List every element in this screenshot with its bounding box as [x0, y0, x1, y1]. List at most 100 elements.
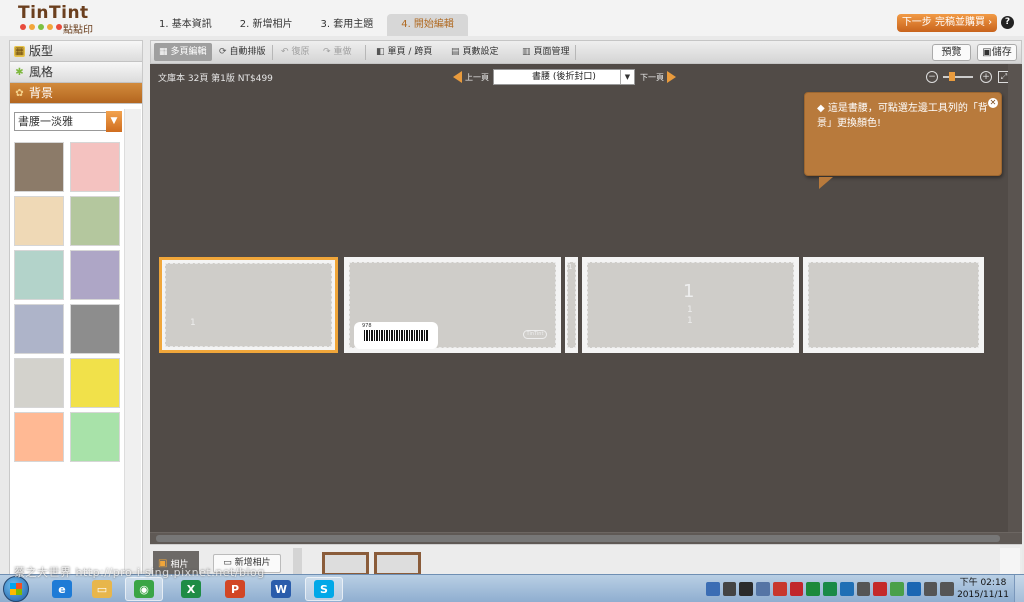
spread-icon: ◧ — [376, 47, 385, 57]
next-page-label: 下一頁 — [640, 72, 664, 82]
filmstrip-scroll-left[interactable] — [293, 548, 302, 575]
cover-spine[interactable]: 1 — [565, 257, 578, 353]
tray-icon[interactable] — [706, 582, 720, 596]
step-add-photos[interactable]: 2. 新增相片 — [226, 14, 307, 36]
help-icon[interactable]: ? — [1001, 16, 1014, 29]
step-start-editing[interactable]: 4. 開始編輯 — [387, 14, 468, 36]
cover-left-flap[interactable]: 1 — [159, 257, 338, 353]
tintint-logo[interactable]: TinTint 點點印 — [18, 3, 128, 36]
photo-filmstrip: ▣ 相片 ▭ 新增相片 — [150, 544, 1022, 576]
tray-icon[interactable] — [722, 582, 737, 596]
tray-icon[interactable] — [823, 582, 837, 596]
background-swatch[interactable] — [14, 358, 64, 408]
tray-icon[interactable] — [789, 582, 804, 596]
barcode: 978 — [354, 322, 438, 349]
close-icon[interactable]: ✕ — [988, 98, 998, 108]
ie-taskbar-button[interactable]: e — [43, 577, 81, 601]
multipage-label: 多頁編輯 — [170, 47, 207, 57]
explorer-icon: ▭ — [92, 580, 112, 598]
zoom-slider-knob[interactable] — [949, 72, 955, 81]
explorer-taskbar-button[interactable]: ▭ — [83, 577, 121, 601]
powerpoint-icon: P — [225, 580, 245, 598]
skype-taskbar-button[interactable]: S — [305, 577, 343, 601]
tab-background[interactable]: ✿ 背景 — [10, 83, 142, 104]
background-swatch[interactable] — [70, 196, 120, 246]
page-manage-button[interactable]: ▥ 頁面管理 — [518, 43, 574, 61]
background-swatch[interactable] — [70, 250, 120, 300]
filmstrip-scroll-right[interactable] — [1000, 548, 1020, 575]
tray-icon[interactable] — [890, 582, 904, 596]
page-select[interactable]: 書腰 (後折封口) ▼ — [493, 69, 635, 85]
canvas-vertical-scrollbar[interactable] — [1008, 64, 1022, 532]
page-number: 1 — [190, 318, 196, 328]
brand-sub: 點點印 — [63, 25, 93, 36]
background-swatch[interactable] — [70, 304, 120, 354]
tray-icon[interactable] — [839, 582, 854, 596]
page-manage-label: 頁面管理 — [533, 47, 570, 57]
canvas-horizontal-scrollbar[interactable] — [150, 532, 1022, 544]
background-swatch[interactable] — [14, 196, 64, 246]
save-button[interactable]: ▣儲存 — [977, 44, 1017, 61]
excel-taskbar-button[interactable]: X — [172, 577, 210, 601]
single-spread-button[interactable]: ◧ 單頁 / 跨頁 — [372, 43, 436, 61]
tray-icon[interactable] — [756, 582, 770, 596]
tray-icon[interactable] — [906, 582, 921, 596]
next-step-button[interactable]: 下一步 完稿並購買 › — [897, 14, 997, 32]
logo-dot — [38, 24, 44, 30]
preview-button[interactable]: 預覽 — [932, 44, 971, 61]
page-settings-button[interactable]: ▤ 頁數設定 — [447, 43, 503, 61]
tab-layout-label: 版型 — [29, 44, 54, 58]
background-swatch[interactable] — [70, 412, 120, 462]
zoom-in-icon[interactable]: + — [980, 71, 992, 83]
clock-date: 2015/11/11 — [957, 590, 1009, 600]
tab-style[interactable]: ✱ 風格 — [10, 62, 142, 83]
background-swatch[interactable] — [70, 358, 120, 408]
background-swatch[interactable] — [14, 142, 64, 192]
redo-button[interactable]: ↷ 重做 — [319, 43, 356, 61]
cover-left-flap-area — [165, 263, 332, 347]
cover-front[interactable]: 1 1 1 — [582, 257, 799, 353]
background-swatch[interactable] — [70, 142, 120, 192]
tray-icon[interactable] — [806, 582, 821, 596]
tray-icon[interactable] — [873, 582, 888, 596]
chevron-down-icon[interactable]: ▼ — [106, 111, 122, 132]
page-number-small: 1 — [687, 305, 693, 315]
taskbar-clock[interactable]: 下午 02:18 2015/11/11 — [955, 577, 1011, 601]
auto-layout-button[interactable]: ⟳ 自動排版 — [215, 43, 270, 61]
brand-name: TinTint — [18, 3, 89, 23]
tray-icon[interactable] — [923, 582, 938, 596]
windows-logo-icon — [10, 583, 22, 595]
editor-canvas[interactable]: 文庫本 32頁 第1版 NT$499 上一頁 書腰 (後折封口) ▼ 下一頁 −… — [150, 64, 1010, 532]
show-desktop-button[interactable] — [1014, 575, 1024, 602]
chrome-taskbar-button[interactable]: ◉ — [125, 577, 163, 601]
tray-icon[interactable] — [856, 582, 871, 596]
page-number-large: 1 — [683, 281, 695, 302]
photo-thumbnail[interactable] — [374, 552, 421, 576]
next-page-button[interactable]: 下一頁 — [640, 71, 676, 83]
zoom-out-icon[interactable]: − — [926, 71, 938, 83]
word-taskbar-button[interactable]: W — [262, 577, 300, 601]
tab-layout[interactable]: ▦ 版型 — [10, 41, 142, 62]
step-basic-info[interactable]: 1. 基本資訊 — [145, 14, 226, 36]
page-number-small: 1 — [687, 316, 693, 326]
multipage-edit-button[interactable]: ▦ 多頁編輯 — [154, 43, 212, 61]
tray-icon[interactable] — [940, 582, 955, 596]
grid-icon: ▦ — [159, 47, 168, 57]
tray-icon[interactable] — [739, 582, 754, 596]
page-manage-icon: ▥ — [522, 47, 531, 57]
book-info: 文庫本 32頁 第1版 NT$499 — [158, 74, 273, 84]
background-swatch[interactable] — [14, 412, 64, 462]
prev-page-button[interactable]: 上一頁 — [453, 71, 489, 83]
undo-button[interactable]: ↶ 復原 — [277, 43, 314, 61]
cover-right-flap[interactable] — [803, 257, 984, 353]
powerpoint-taskbar-button[interactable]: P — [216, 577, 254, 601]
background-swatch[interactable] — [14, 250, 64, 300]
background-swatch[interactable] — [14, 304, 64, 354]
left-panel-scrollbar[interactable] — [124, 109, 141, 574]
step-apply-theme[interactable]: 3. 套用主題 — [306, 14, 387, 36]
toolbar-divider — [575, 45, 576, 60]
scrollbar-thumb[interactable] — [156, 535, 1000, 542]
zoom-slider[interactable] — [943, 72, 973, 81]
tray-icon[interactable] — [772, 582, 787, 596]
photo-thumbnail[interactable] — [322, 552, 369, 576]
